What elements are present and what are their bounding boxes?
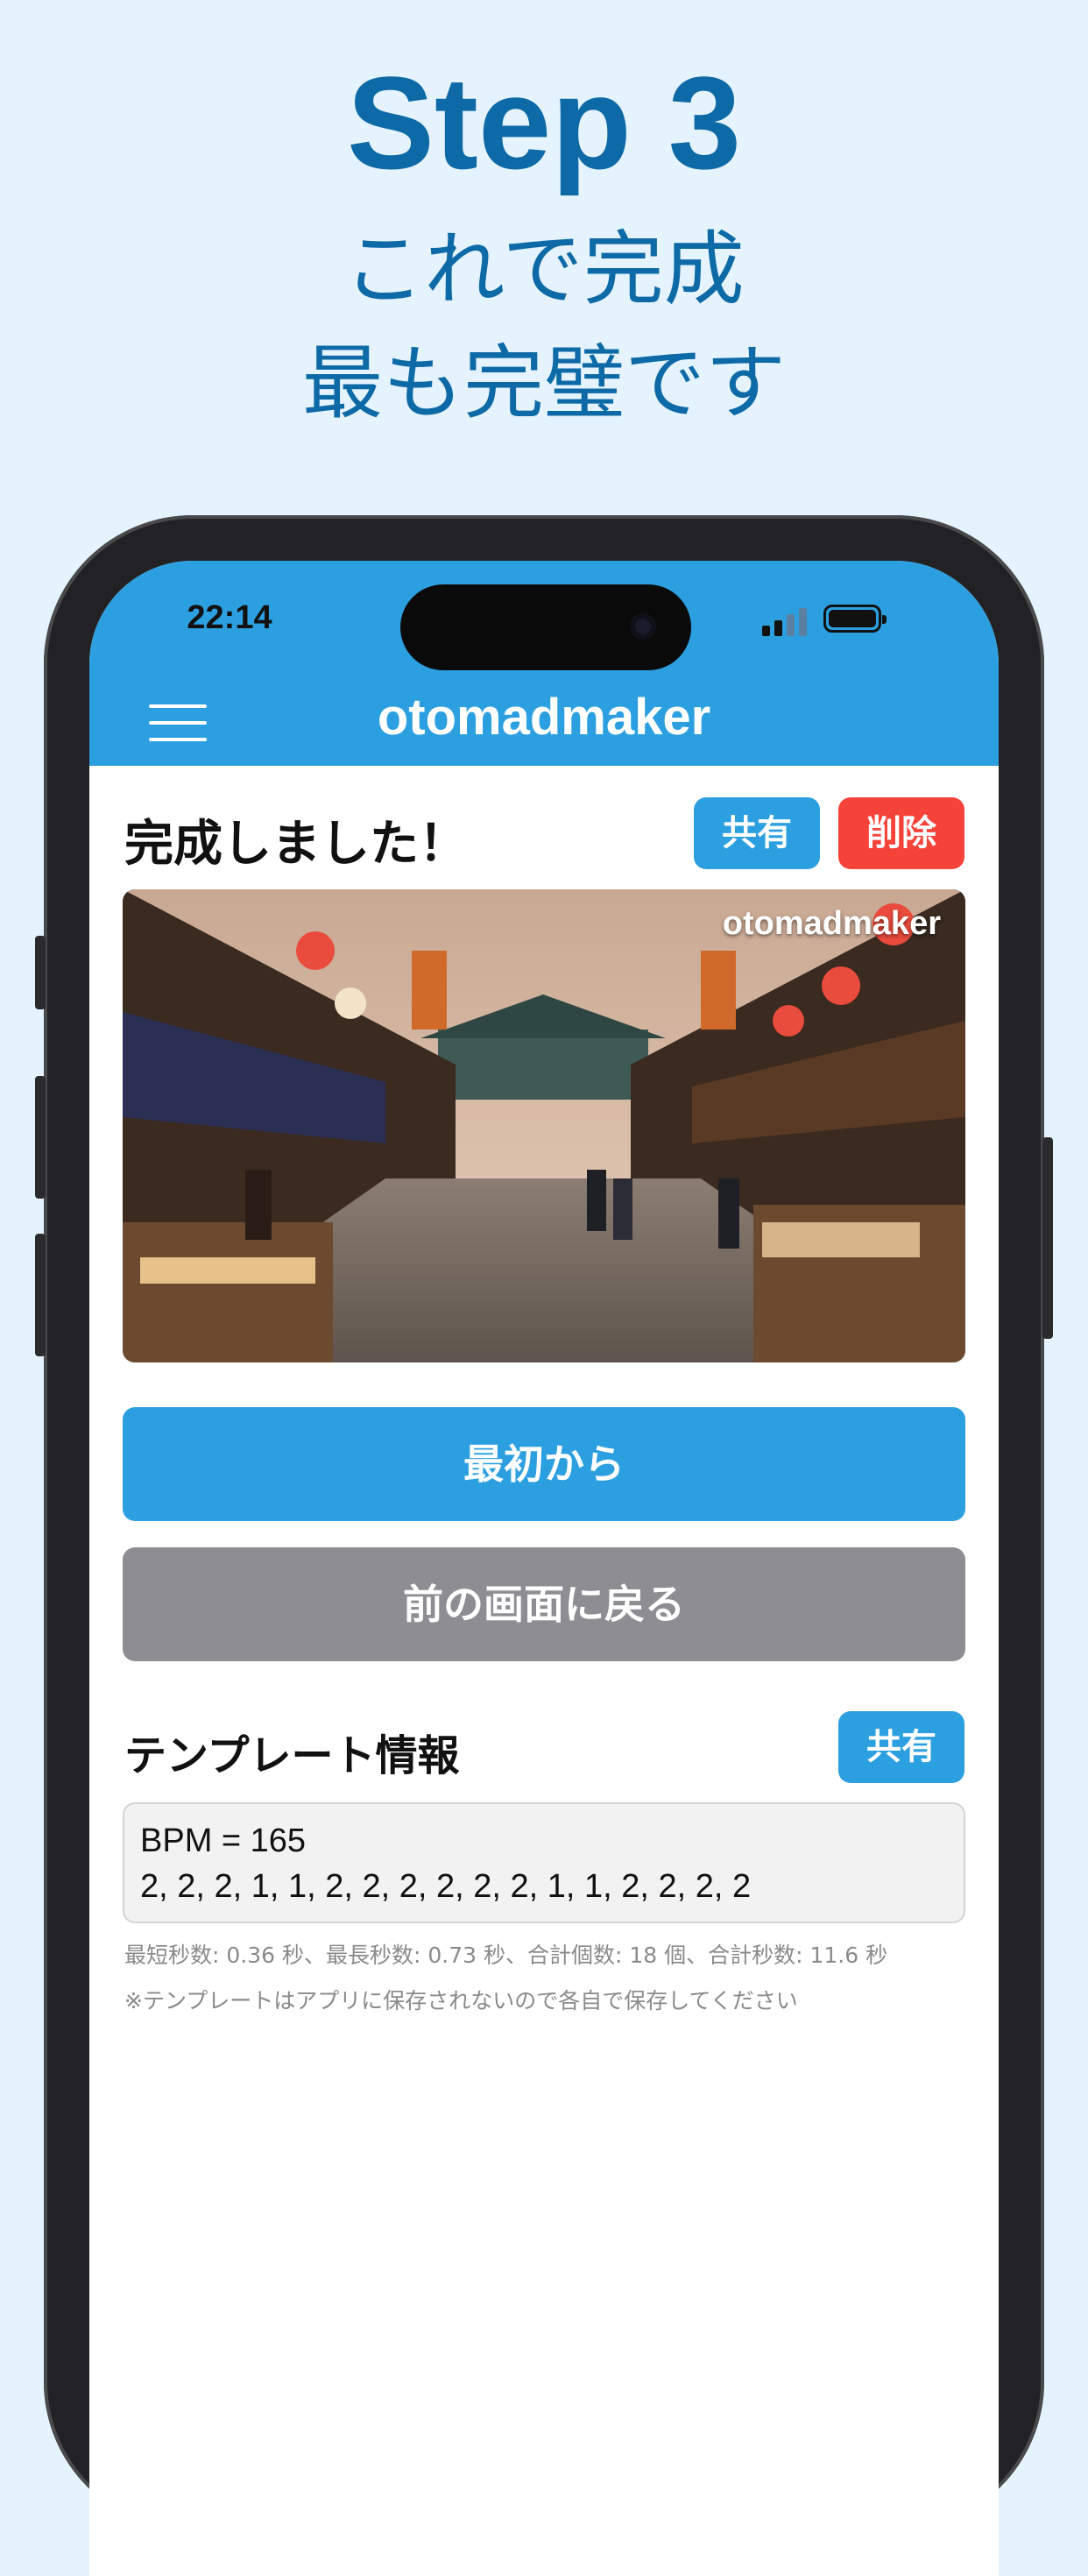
restart-button[interactable]: 最初から xyxy=(123,1407,965,1521)
battery-icon xyxy=(823,605,887,633)
template-save-note: ※テンプレートはアプリに保存されないので各自で保存してください xyxy=(124,1988,798,2013)
template-bpm-line: BPM = 165 xyxy=(140,1822,307,1859)
phone-frame: 22:14 otomadmaker 完成しました！ 共有 削除 otomadma… xyxy=(35,515,1053,2576)
promo-subtitle-line-1: これで完成 xyxy=(343,223,745,316)
template-info-heading: テンプレート情報 xyxy=(124,1731,460,1780)
promo-subtitle-line-2: 最も完璧です xyxy=(301,336,786,430)
phone-side-button-power xyxy=(1042,1137,1053,1339)
share-template-button[interactable]: 共有 xyxy=(838,1711,964,1783)
app-screen: 22:14 otomadmaker 完成しました！ 共有 削除 otomadma… xyxy=(89,561,999,2576)
status-time: 22:14 xyxy=(187,599,272,636)
app-header: 22:14 otomadmaker xyxy=(89,561,999,766)
video-frame-image xyxy=(123,889,965,1362)
dynamic-island xyxy=(400,584,691,670)
app-title: otomadmaker xyxy=(377,689,711,746)
video-watermark: otomadmaker xyxy=(722,905,941,942)
template-stats: 最短秒数: 0.36 秒、最長秒数: 0.73 秒、合計個数: 18 個、合計秒… xyxy=(124,1943,888,1968)
delete-video-button[interactable]: 削除 xyxy=(838,797,964,869)
promo-step-title: Step 3 xyxy=(346,49,742,196)
share-video-button[interactable]: 共有 xyxy=(694,797,820,869)
template-pattern-line: 2, 2, 2, 1, 1, 2, 2, 2, 2, 2, 2, 1, 1, 2… xyxy=(140,1868,752,1905)
phone-side-button-volume-up xyxy=(35,1076,46,1199)
completed-heading: 完成しました！ xyxy=(124,816,468,873)
phone-side-button-silent xyxy=(35,936,46,1009)
template-text-box[interactable]: BPM = 165 2, 2, 2, 1, 1, 2, 2, 2, 2, 2, … xyxy=(123,1802,965,1923)
cellular-signal-icon xyxy=(762,606,811,636)
phone-side-button-volume-down xyxy=(35,1234,46,1356)
video-preview[interactable]: otomadmaker xyxy=(123,889,965,1362)
front-camera-icon xyxy=(630,613,656,640)
back-to-previous-button[interactable]: 前の画面に戻る xyxy=(123,1547,965,1661)
